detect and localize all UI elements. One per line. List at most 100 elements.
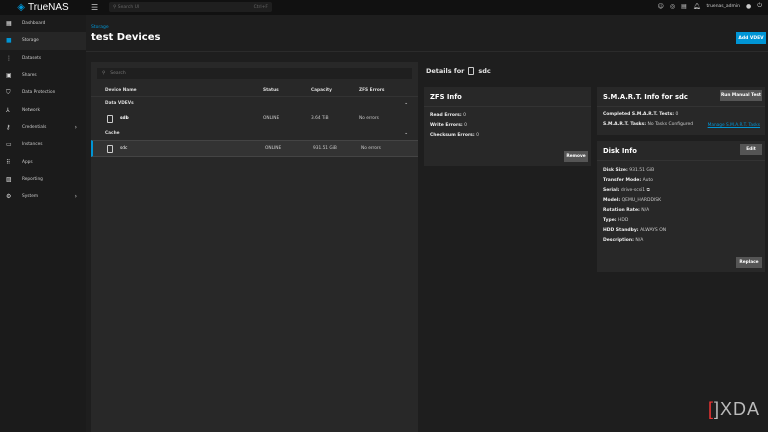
field-label: S.M.A.R.T. Tasks: — [603, 122, 646, 127]
account-icon[interactable]: ● — [746, 3, 751, 10]
search-shortcut: Ctrl+F — [254, 5, 268, 10]
table-header: Device Name Status Capacity ZFS Errors — [91, 85, 418, 97]
table-row[interactable]: sdb ONLINE 3.64 TiB No errors — [91, 110, 418, 127]
group-data-vdevs[interactable]: Data VDEVs ⌄ — [91, 97, 418, 110]
field-label: Serial: — [603, 188, 619, 193]
username[interactable]: truenas_admin — [706, 4, 740, 9]
disk-size: 931.51 GiB — [629, 168, 654, 173]
sidebar-item-instances[interactable]: ▭Instances — [0, 136, 86, 153]
notifications-bell-icon[interactable]: 🔔︎ — [693, 3, 701, 10]
search-placeholder: Search UI — [118, 5, 140, 10]
device-capacity: 931.51 GiB — [313, 146, 361, 151]
network-icon: ⅄ — [6, 107, 14, 114]
manage-smart-tasks-link[interactable]: Manage S.M.A.R.T. Tasks — [708, 123, 760, 128]
chevron-down-icon[interactable]: ⌄ — [404, 101, 408, 106]
shares-icon: ▣ — [6, 72, 14, 79]
key-icon: ⚷ — [6, 124, 14, 131]
disk-icon — [107, 145, 113, 153]
field-label: Disk Size: — [603, 168, 628, 173]
field-label: Rotation Rate: — [603, 208, 640, 213]
sidebar-item-dashboard[interactable]: ▦Dashboard — [0, 15, 86, 32]
gear-icon: ⚙ — [6, 193, 14, 200]
page-title: test Devices — [91, 32, 160, 43]
truecommand-icon[interactable]: ◎ — [670, 3, 675, 10]
column-header[interactable]: Device Name — [91, 88, 263, 93]
column-header[interactable]: Status — [263, 88, 311, 93]
zfs-info-card: ZFS Info Read Errors: 0 Write Errors: 0 … — [424, 87, 591, 166]
sidebar-item-storage[interactable]: ■ Storage — [0, 32, 86, 49]
details-device: sdc — [478, 67, 490, 75]
field-label: Write Errors: — [430, 123, 463, 128]
chevron-right-icon: › — [75, 193, 77, 200]
device-search-input[interactable]: ⚲ Search — [97, 68, 412, 79]
group-label: Data VDEVs — [105, 101, 134, 106]
write-errors: 0 — [464, 123, 467, 128]
disk-info-card: Disk Info Edit Disk Size: 931.51 GiB Tra… — [597, 141, 765, 272]
sidebar: ▦Dashboard ■ Storage ⋮ Datasets ▣Shares ⛉D… — [0, 15, 86, 432]
hdd-standby: ALWAYS ON — [640, 228, 666, 233]
device-name: sdc — [120, 146, 127, 151]
run-manual-test-button[interactable]: Run Manual Test — [720, 90, 762, 101]
completed-tests: 0 — [676, 112, 679, 117]
storage-icon: ■ — [6, 37, 14, 44]
checksum-errors: 0 — [476, 133, 479, 138]
add-vdev-button[interactable]: Add VDEV — [736, 32, 766, 44]
sidebar-item-reporting[interactable]: ▨Reporting — [0, 171, 86, 188]
topbar: ◈TrueNAS ☰ ⚲ Search UI Ctrl+F ☺ ◎ ▤ 🔔︎ tr… — [0, 0, 768, 15]
sidebar-item-apps[interactable]: ⠿Apps — [0, 153, 86, 170]
chevron-right-icon: › — [75, 124, 77, 131]
power-icon[interactable]: ⏻ — [757, 2, 762, 10]
disk-icon — [468, 67, 474, 75]
sidebar-label: Datasets — [22, 56, 41, 61]
brand-text: TrueNAS — [28, 2, 69, 13]
field-label: Model: — [603, 198, 620, 203]
serial: drive-scsi1 — [621, 188, 645, 193]
devices-panel: ⚲ Search Device Name Status Capacity ZFS … — [91, 62, 418, 432]
column-header[interactable]: ZFS Errors — [359, 88, 409, 93]
shield-icon: ⛉ — [6, 89, 14, 97]
smart-info-card: S.M.A.R.T. Info for sdc Run Manual Test … — [597, 87, 765, 135]
details-title: Details for sdc — [426, 67, 491, 75]
remove-button[interactable]: Remove — [564, 151, 588, 162]
datasets-icon: ⋮ — [6, 55, 14, 62]
search-placeholder: Search — [110, 71, 125, 76]
sidebar-item-credentials[interactable]: ⚷Credentials› — [0, 119, 86, 136]
sidebar-item-system[interactable]: ⚙ System › — [0, 188, 86, 205]
column-header[interactable]: Capacity — [311, 88, 359, 93]
group-cache[interactable]: Cache⌄ — [91, 127, 418, 140]
truenas-logo[interactable]: ◈TrueNAS — [0, 2, 86, 13]
search-icon: ⚲ — [113, 5, 116, 10]
breadcrumb[interactable]: Storage — [91, 25, 109, 30]
device-status: ONLINE — [263, 116, 311, 121]
sidebar-label: Reporting — [22, 177, 43, 182]
global-search-input[interactable]: ⚲ Search UI Ctrl+F — [109, 2, 272, 12]
table-row-selected[interactable]: sdc ONLINE 931.51 GiB No errors — [91, 140, 418, 157]
laptop-icon: ▭ — [6, 141, 14, 148]
transfer-mode: Auto — [643, 178, 653, 183]
details-label: Details for — [426, 67, 464, 75]
disk-icon — [107, 115, 113, 123]
device-errors: No errors — [361, 146, 411, 151]
edit-button[interactable]: Edit — [740, 144, 762, 155]
field-label: Type: — [603, 218, 617, 223]
sidebar-label: Storage — [22, 38, 39, 43]
jobs-icon[interactable]: ▤ — [681, 3, 687, 10]
hamburger-menu-icon[interactable]: ☰ — [91, 3, 98, 12]
sidebar-item-shares[interactable]: ▣Shares — [0, 67, 86, 84]
rotation-rate: N/A — [641, 208, 649, 213]
feedback-icon[interactable]: ☺ — [658, 3, 664, 10]
chevron-down-icon[interactable]: ⌄ — [404, 131, 408, 136]
copy-icon[interactable]: ⧉ — [647, 188, 650, 193]
device-errors: No errors — [359, 116, 409, 121]
sidebar-item-network[interactable]: ⅄ Network — [0, 101, 86, 118]
replace-button[interactable]: Replace — [736, 257, 762, 268]
apps-grid-icon: ⠿ — [6, 159, 14, 166]
search-icon: ⚲ — [102, 71, 105, 76]
xda-watermark: []XDA — [708, 399, 760, 420]
sidebar-label: Network — [22, 108, 40, 113]
field-label: Completed S.M.A.R.T. Tests: — [603, 112, 674, 117]
sidebar-item-data-protection[interactable]: ⛉Data Protection — [0, 84, 86, 101]
sidebar-label: System — [22, 194, 38, 199]
field-label: Read Errors: — [430, 113, 462, 118]
sidebar-item-datasets[interactable]: ⋮ Datasets — [0, 50, 86, 67]
